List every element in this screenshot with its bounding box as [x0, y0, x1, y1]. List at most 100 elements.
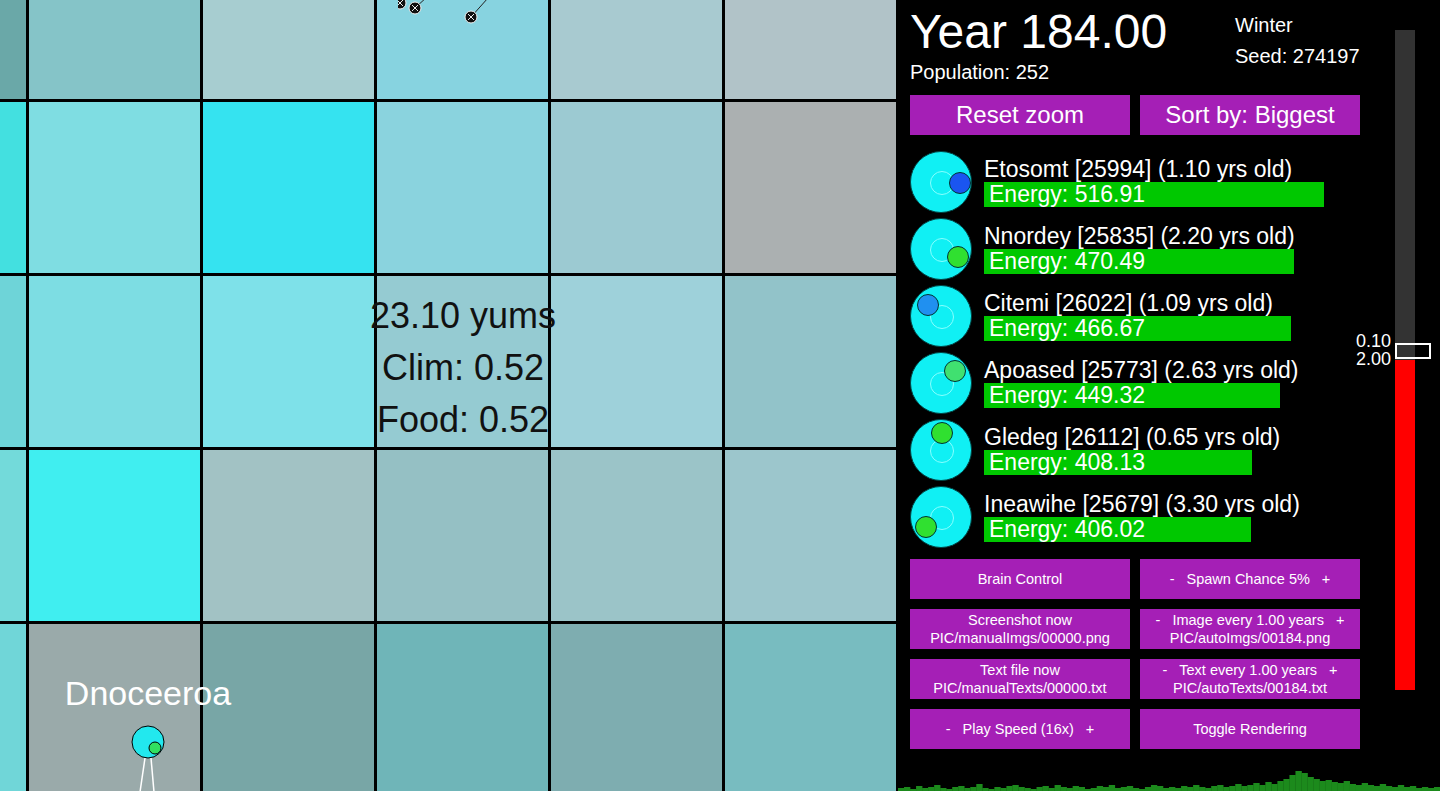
creature-icon[interactable] [128, 722, 168, 791]
tile[interactable] [29, 102, 200, 273]
creature-row[interactable]: Etosomt [25994] (1.10 yrs old)Energy: 51… [910, 148, 1360, 215]
chart-bar [970, 787, 976, 791]
control-button[interactable]: -Play Speed (16x)+ [910, 709, 1130, 749]
energy-bar: Energy: 406.02 [984, 517, 1251, 542]
minus-button[interactable]: - [1162, 661, 1167, 679]
tile[interactable] [0, 624, 26, 791]
chart-bar [1037, 787, 1043, 791]
control-button[interactable]: -Spawn Chance 5%+ [1140, 559, 1360, 599]
minus-button[interactable]: - [946, 720, 951, 738]
chart-bar [1211, 786, 1217, 791]
tile[interactable] [377, 0, 548, 99]
top-button[interactable]: Reset zoom [910, 95, 1130, 135]
tile[interactable] [725, 450, 896, 621]
chart-bar [1103, 787, 1109, 791]
tile[interactable] [377, 102, 548, 273]
chart-bar [1169, 787, 1175, 791]
tile[interactable] [551, 102, 722, 273]
chart-bar [1109, 785, 1115, 791]
chart-bar [1006, 786, 1012, 791]
creature-icon [910, 285, 972, 347]
chart-bar [1259, 785, 1265, 791]
chart-bar [1344, 781, 1350, 791]
chart-bar [1139, 789, 1145, 791]
chart-bar [1410, 786, 1416, 791]
energy-label: Energy: 406.02 [984, 516, 1145, 543]
slider-label: 0.10 [1356, 332, 1391, 350]
control-button[interactable]: Text file nowPIC/manualTexts/00000.txt [910, 659, 1130, 699]
top-button[interactable]: Sort by: Biggest [1140, 95, 1360, 135]
creature-name: Nnordey [25835] (2.20 yrs old) [984, 223, 1295, 249]
chart-bar [1151, 785, 1157, 791]
tile[interactable] [377, 624, 548, 791]
chart-bar [1295, 771, 1301, 791]
creature-row[interactable]: Citemi [26022] (1.09 yrs old)Energy: 466… [910, 282, 1360, 349]
tile[interactable] [203, 450, 374, 621]
chart-bar [1163, 788, 1169, 791]
creature-name: Gledeg [26112] (0.65 yrs old) [984, 424, 1280, 450]
tile[interactable] [725, 102, 896, 273]
population-label: Population: 252 [910, 60, 1235, 84]
plus-button[interactable]: + [1322, 570, 1330, 588]
side-panel: Year 184.00Population: 252WinterSeed: 27… [898, 0, 1440, 791]
chart-bar [940, 788, 946, 791]
slider[interactable]: 0.102.00 [1395, 30, 1415, 690]
tile[interactable] [0, 450, 26, 621]
tile[interactable] [203, 102, 374, 273]
tile[interactable] [29, 450, 200, 621]
tile[interactable] [551, 276, 722, 447]
tile[interactable] [29, 276, 200, 447]
tile[interactable] [0, 102, 26, 273]
tile[interactable] [725, 0, 896, 99]
control-button[interactable]: Brain Control [910, 559, 1130, 599]
creature-name: Citemi [26022] (1.09 yrs old) [984, 290, 1291, 316]
energy-label: Energy: 516.91 [984, 181, 1145, 208]
tile[interactable] [725, 624, 896, 791]
control-button[interactable]: Screenshot nowPIC/manualImgs/00000.png [910, 609, 1130, 649]
chart-bar [1079, 787, 1085, 791]
creature-name: Ineawihe [25679] (3.30 yrs old) [984, 491, 1300, 517]
chart-bar [982, 788, 988, 791]
creature-row[interactable]: Nnordey [25835] (2.20 yrs old)Energy: 47… [910, 215, 1360, 282]
creature-row[interactable]: Apoased [25773] (2.63 yrs old)Energy: 44… [910, 349, 1360, 416]
tile[interactable] [0, 276, 26, 447]
plus-button[interactable]: + [1336, 611, 1344, 629]
tile[interactable] [203, 0, 374, 99]
minus-button[interactable]: - [1156, 611, 1161, 629]
plus-button[interactable]: + [1329, 661, 1337, 679]
chart-bar [958, 786, 964, 791]
chart-bar [1030, 789, 1036, 791]
chart-bar [1223, 787, 1229, 791]
population-chart [898, 769, 1440, 791]
control-button[interactable]: Toggle Rendering [1140, 709, 1360, 749]
energy-bar: Energy: 466.67 [984, 316, 1291, 341]
energy-label: Energy: 408.13 [984, 449, 1145, 476]
tile[interactable] [377, 450, 548, 621]
chart-bar [994, 787, 1000, 791]
chart-bar [1356, 785, 1362, 791]
tile[interactable] [551, 0, 722, 99]
world-canvas[interactable]: 23.10 yumsClim: 0.52Food: 0.52Dnoceeroa [0, 0, 898, 791]
energy-label: Energy: 449.32 [984, 382, 1145, 409]
chart-bar [1127, 786, 1133, 791]
control-button[interactable]: -Image every 1.00 years+PIC/autoImgs/001… [1140, 609, 1360, 649]
tile[interactable] [725, 276, 896, 447]
chart-bar [1205, 788, 1211, 791]
tile[interactable] [551, 450, 722, 621]
control-button[interactable]: -Text every 1.00 years+PIC/autoTexts/001… [1140, 659, 1360, 699]
tile-info: 23.10 yumsClim: 0.52Food: 0.52 [330, 290, 596, 446]
tile[interactable] [0, 0, 26, 99]
creature-row[interactable]: Gledeg [26112] (0.65 yrs old)Energy: 408… [910, 416, 1360, 483]
tile[interactable] [203, 276, 374, 447]
file-path: PIC/autoImgs/00184.png [1140, 629, 1360, 647]
plus-button[interactable]: + [1086, 720, 1094, 738]
chart-bar [1308, 777, 1314, 791]
tile[interactable] [551, 624, 722, 791]
chart-bar [1277, 781, 1283, 791]
chart-bar [1067, 788, 1073, 791]
chart-bar [934, 785, 940, 791]
tile[interactable] [29, 0, 200, 99]
tile-info-line: 23.10 yums [330, 290, 596, 342]
minus-button[interactable]: - [1170, 570, 1175, 588]
creature-row[interactable]: Ineawihe [25679] (3.30 yrs old)Energy: 4… [910, 483, 1360, 550]
